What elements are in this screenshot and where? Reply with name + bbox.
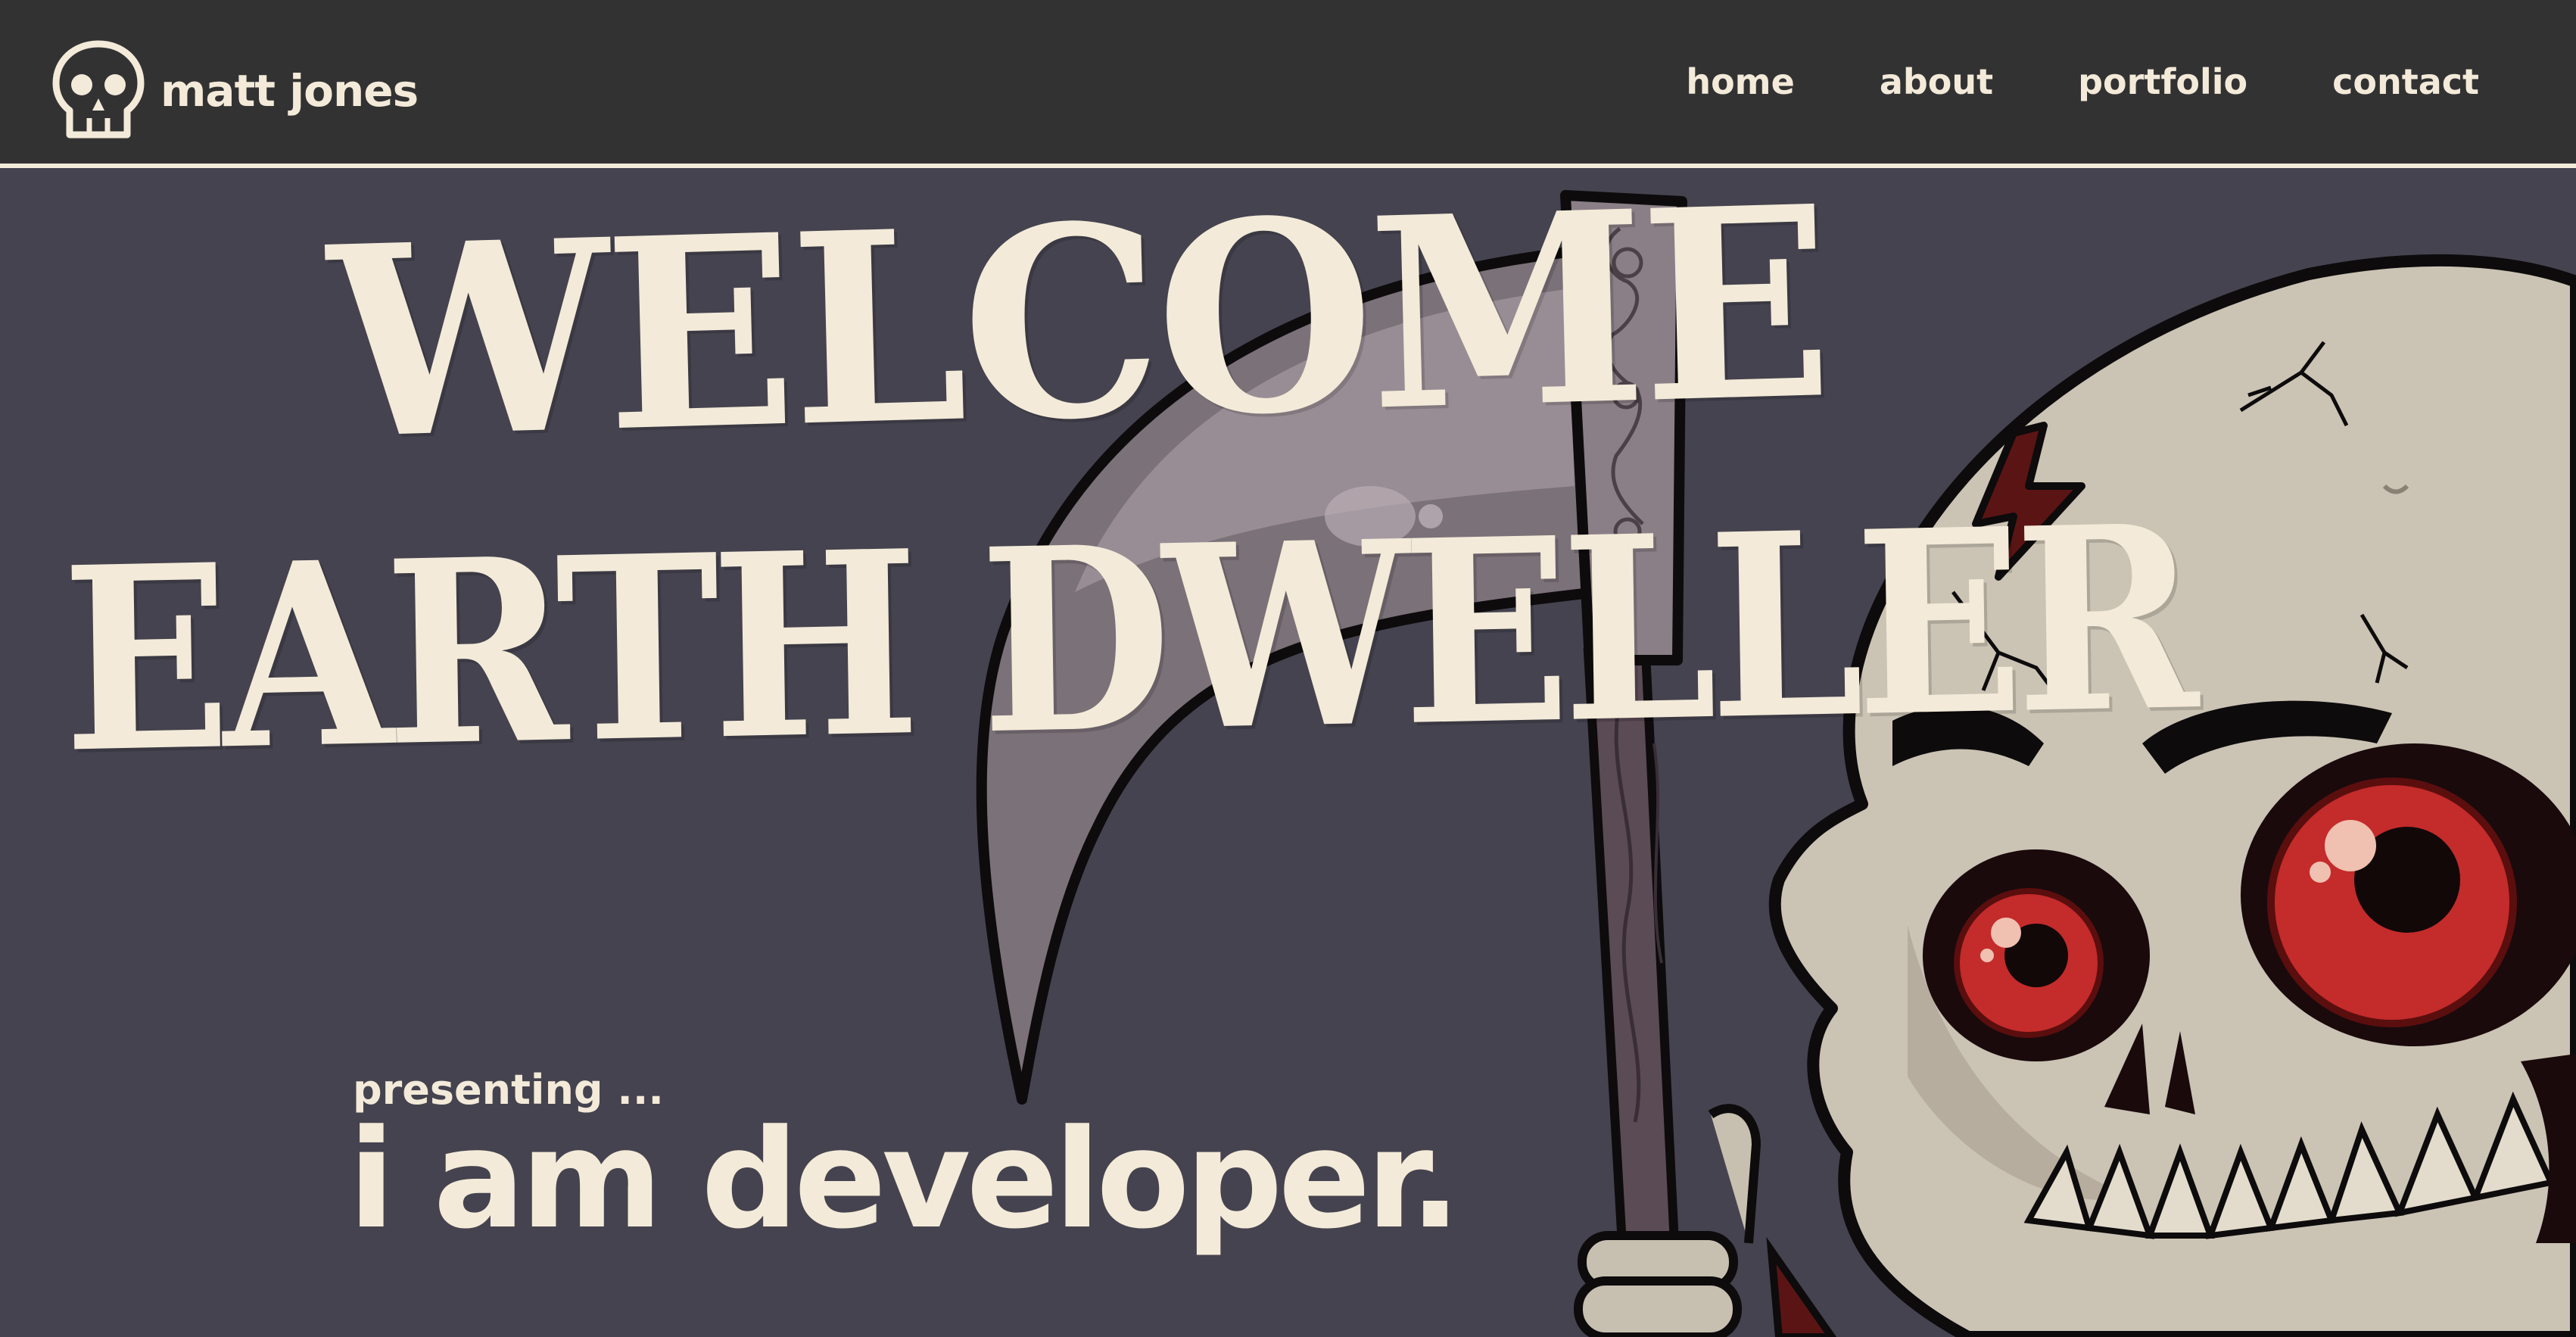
nav-home[interactable]: home xyxy=(1686,61,1794,102)
main-nav: home about portfolio contact xyxy=(1601,0,2479,164)
hero-section: WELCOME EARTH DWELLER presenting ... i a… xyxy=(0,168,2576,1337)
skull-head xyxy=(1768,254,2576,1337)
brand-link[interactable]: matt jones xyxy=(47,36,419,142)
top-navbar: matt jones home about portfolio contact xyxy=(0,0,2576,168)
skull-icon xyxy=(52,40,145,139)
nav-contact[interactable]: contact xyxy=(2332,61,2479,102)
welcome-heading-line-2: EARTH DWELLER xyxy=(61,470,2193,809)
brand-name: matt jones xyxy=(160,65,419,117)
nav-about[interactable]: about xyxy=(1880,61,1993,102)
welcome-heading-line-1: WELCOME xyxy=(326,168,1831,498)
hero-headline: i am developer. xyxy=(348,1101,1461,1259)
nav-portfolio[interactable]: portfolio xyxy=(2078,61,2247,102)
